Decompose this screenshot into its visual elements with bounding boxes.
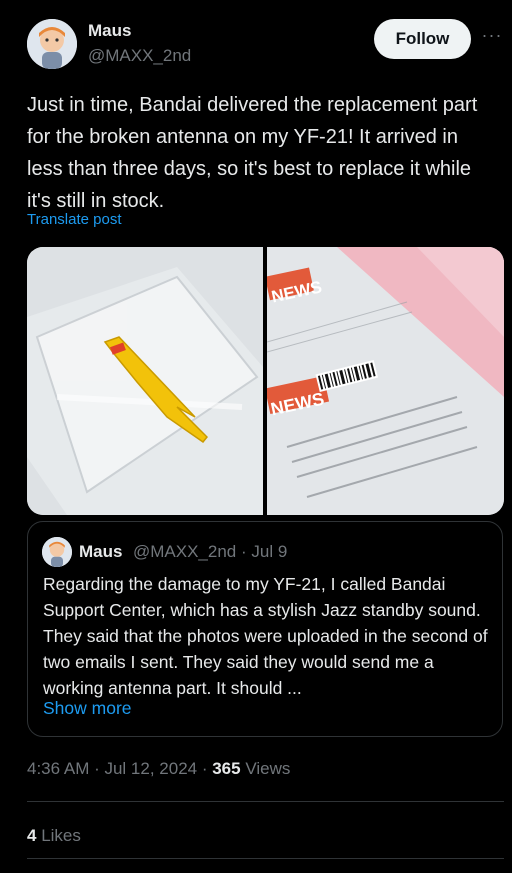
- quoted-avatar[interactable]: [42, 537, 72, 567]
- quoted-avatar-image: [42, 537, 72, 567]
- avatar-image: [27, 19, 77, 69]
- post-timestamp[interactable]: 4:36 AM · Jul 12, 2024 ·: [27, 759, 212, 778]
- divider: [27, 858, 504, 859]
- show-more-link[interactable]: Show more: [43, 698, 132, 719]
- more-options-icon[interactable]: ···: [480, 26, 504, 50]
- antenna-bag-image: [27, 247, 263, 515]
- quoted-tweet[interactable]: Maus @MAXX_2nd · Jul 9 Regarding the dam…: [27, 521, 503, 737]
- translate-post-link[interactable]: Translate post: [27, 211, 122, 228]
- views-count: 365: [212, 759, 241, 778]
- tweet-text: Just in time, Bandai delivered the repla…: [27, 94, 478, 212]
- author-handle[interactable]: @MAXX_2nd: [88, 46, 191, 66]
- photo-antenna-bag[interactable]: [27, 247, 263, 515]
- divider: [27, 801, 504, 802]
- delivery-slip-image: NEWS NEWS: [264, 247, 504, 515]
- media-grid: NEWS NEWS: [27, 247, 504, 515]
- photo-delivery-slip[interactable]: NEWS NEWS: [264, 247, 504, 515]
- avatar[interactable]: [27, 19, 77, 69]
- post-meta: 4:36 AM · Jul 12, 2024 · 365 Views: [27, 759, 290, 779]
- quoted-handle-date[interactable]: @MAXX_2nd · Jul 9: [133, 542, 287, 562]
- author-name[interactable]: Maus: [88, 21, 131, 41]
- follow-button[interactable]: Follow: [374, 19, 471, 59]
- views-label: Views: [240, 759, 291, 778]
- quoted-author-name[interactable]: Maus: [79, 542, 122, 562]
- likes-link[interactable]: 4 Likes: [27, 826, 81, 846]
- likes-label: Likes: [36, 826, 81, 845]
- quoted-text: Regarding the damage to my YF-21, I call…: [43, 574, 488, 698]
